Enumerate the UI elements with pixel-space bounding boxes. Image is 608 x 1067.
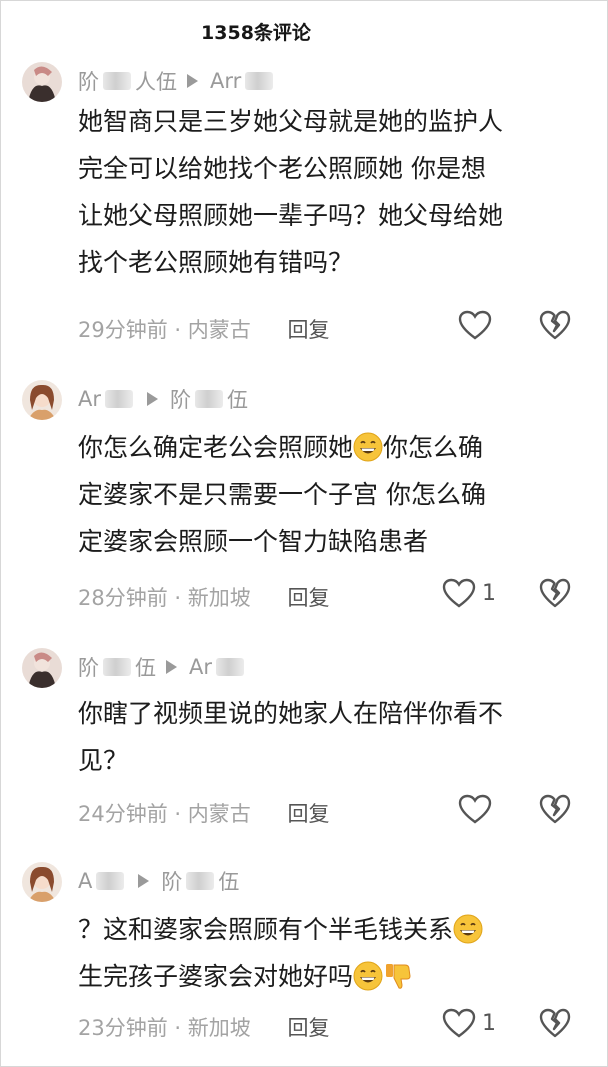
blurred-name [103,658,131,676]
username[interactable]: 阶 [78,652,99,682]
comment-time: 28分钟前 [78,586,168,610]
comment-line: 找个老公照顾她有错吗？ [78,248,354,277]
heart-outline-icon [458,310,492,340]
dislike-button[interactable] [539,1008,571,1042]
comment-count-title: 1358条评论 [201,22,311,44]
blurred-name [216,658,244,676]
grin-emoji-icon [353,432,383,462]
avatar[interactable] [22,648,62,688]
reply-to-user[interactable]: Ar [189,655,212,679]
avatar[interactable] [22,862,62,902]
comment-line: 见？ [78,746,129,775]
comment-line: 她智商只是三岁她父母就是她的监护人 [78,107,504,136]
avatar[interactable] [22,62,62,102]
comment-line: 让她父母照顾她一辈子吗？她父母给她 [78,201,504,230]
blurred-name [103,72,131,90]
reply-to-user[interactable]: Arr [210,69,241,93]
like-count: 1 [482,580,496,606]
dislike-button[interactable] [539,578,571,612]
reply-button[interactable]: 回复 [287,586,329,610]
comment-location: 新加坡 [187,1016,251,1040]
dislike-button[interactable] [539,794,571,828]
comment-footer: 29分钟前 · 内蒙古 回复 [78,318,330,342]
broken-heart-icon [539,794,571,824]
comment-text: ？这和婆家会照顾有个半毛钱关系 生完孩子婆家会对她好吗 [78,906,588,1000]
comment-footer: 28分钟前 · 新加坡 回复 [78,586,330,610]
comment-line: 你怎么确定老公会照顾她 你怎么确 [78,432,484,462]
thumbs-down-emoji-icon [386,964,411,989]
comment-text: 她智商只是三岁她父母就是她的监护人 完全可以给她找个老公照顾她 你是想 让她父母… [78,98,588,286]
blurred-name [195,390,223,408]
heart-outline-icon [442,578,476,608]
comment-time: 24分钟前 [78,802,168,826]
like-count: 1 [482,1010,496,1036]
username-tail[interactable]: 伍 [135,652,156,682]
comment-time: 23分钟前 [78,1016,168,1040]
comment-text: 你怎么确定老公会照顾她 你怎么确 定婆家不是只需要一个子宫 你怎么确 定婆家会照顾… [78,424,588,565]
comment-line: 完全可以给她找个老公照顾她 你是想 [78,154,486,183]
comment-text: 你瞎了视频里说的她家人在陪伴你看不 见？ [78,690,588,784]
blurred-name [186,872,215,890]
grin-emoji-icon [453,914,483,944]
reply-button[interactable]: 回复 [287,802,329,826]
username[interactable]: 阶 [78,66,99,96]
comment-line: 定婆家会照顾一个智力缺陷患者 [78,527,429,556]
heart-outline-icon [458,794,492,824]
reply-arrow-icon [147,392,158,406]
broken-heart-icon [539,578,571,608]
avatar[interactable] [22,380,62,420]
grin-emoji-icon [353,961,383,991]
username[interactable]: Ar [78,387,101,411]
comment-location: 新加坡 [187,586,251,610]
comment-meta: 阶 伍 Ar [78,652,248,682]
comment-line: 定婆家不是只需要一个子宫 你怎么确 [78,480,486,509]
comment-meta: Ar 阶 伍 [78,384,248,414]
reply-to-user[interactable]: 阶 [170,384,191,414]
comment-footer: 24分钟前 · 内蒙古 回复 [78,802,330,826]
reply-to-user-tail[interactable]: 伍 [227,384,248,414]
comment-meta: 阶 人伍 Arr [78,66,277,96]
comment-footer: 23分钟前 · 新加坡 回复 [78,1016,330,1040]
comment-location: 内蒙古 [187,802,251,826]
like-button[interactable] [458,310,498,340]
blurred-name [245,72,274,90]
like-button[interactable] [458,794,498,824]
broken-heart-icon [539,1008,571,1038]
comment-line: 生完孩子婆家会对她好吗 [78,953,588,1000]
reply-to-user-tail[interactable]: 伍 [218,866,239,896]
blurred-name [105,390,133,408]
dislike-button[interactable] [539,310,571,344]
comment-time: 29分钟前 [78,318,168,342]
reply-arrow-icon [166,660,177,674]
broken-heart-icon [539,310,571,340]
like-button[interactable]: 1 [442,1008,496,1038]
username[interactable]: A [78,869,92,893]
reply-button[interactable]: 回复 [287,1016,329,1040]
comment-meta: A 阶 伍 [78,866,239,896]
comment-line: ？这和婆家会照顾有个半毛钱关系 [78,906,588,953]
comment-location: 内蒙古 [187,318,251,342]
reply-arrow-icon [138,874,150,888]
heart-outline-icon [442,1008,476,1038]
blurred-name [96,872,125,890]
reply-to-user[interactable]: 阶 [161,866,182,896]
comment-line: 你瞎了视频里说的她家人在陪伴你看不 [78,699,504,728]
like-button[interactable]: 1 [442,578,496,608]
reply-arrow-icon [187,74,198,88]
reply-button[interactable]: 回复 [287,318,329,342]
username-tail[interactable]: 人伍 [135,66,177,96]
